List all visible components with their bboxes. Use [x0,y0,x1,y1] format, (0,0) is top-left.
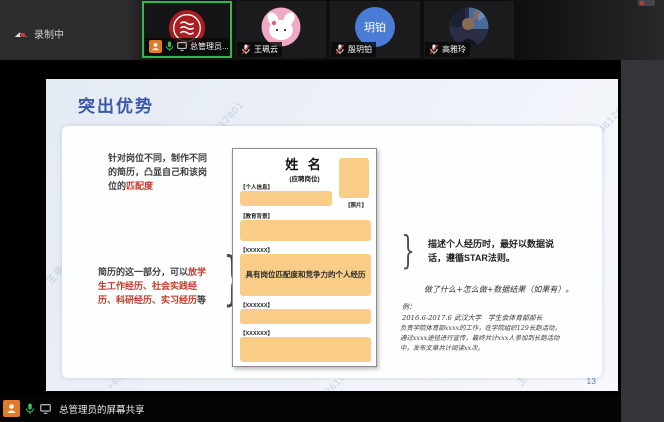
resume-section-label: 【教育背景】 [240,212,273,220]
slide-title: 突出优势 [78,92,154,117]
recording-indicator[interactable]: ☁ 录制中 [14,26,64,41]
annotation-text: 简历的这一部分，可以 [98,267,188,277]
resume-field-box [240,309,371,324]
page-number: 13 [587,376,596,386]
recording-cloud-icon: ☁ [14,29,28,39]
participant-name-bar: 总管理员... [145,38,232,55]
video-strip: ☁ 录制中 [0,0,664,60]
participant-name: 殷玥铂 [348,44,372,55]
mic-muted-icon [335,44,345,55]
host-badge-icon [149,40,162,53]
participant-tile-yinyuebo[interactable]: 玥铂 殷玥铂 [330,1,420,58]
screen-share-icon [177,42,187,51]
mic-muted-icon [241,44,251,55]
resume-photo-label: 【照片】 [345,201,367,209]
window-control[interactable] [638,0,655,6]
participant-tile-admin[interactable]: 总管理员... [142,1,232,58]
annotation-highlight: 匹配度 [126,181,153,191]
participant-thumbnails: 总管理员... [142,1,514,58]
resume-section-label: 【个人信息】 [240,183,273,191]
participant-tile-wangpeiyun[interactable]: 王珮云 [236,1,326,58]
example-header: 例： 2016.6-2017.6 武汉大学 学生会体育部部长 [402,302,542,324]
window-control-dot [640,1,644,5]
resume-section-label: 【XXXXXX】 [240,329,273,337]
host-badge-icon [3,400,20,417]
screen-share-stage: 王珮云 +8615639812801 王珮云 +8615639812801 王珮… [0,60,664,422]
participant-name-bar: 王珮云 [237,42,282,57]
avatar: 玥铂 [355,7,395,47]
annotation-text: 针对岗位不同，制作不同的简历，凸显自己和该岗位的 [108,153,207,191]
mic-muted-icon [429,44,439,55]
resume-highlight-box: 具有岗位匹配度和竞争力的个人经历 [240,254,371,296]
right-brace: } [401,228,414,272]
resume-highlight-text: 具有岗位匹配度和竞争力的个人经历 [246,270,366,281]
star-formula: 做了什么+怎么做+数据结果（如果有）。 [424,284,573,295]
screen-share-icon [40,404,51,414]
avatar-initials: 玥铂 [364,19,386,35]
resume-section-label: 【XXXXXX】 [240,246,273,254]
resume-field-box [240,337,371,362]
slide-content-card: 针对岗位不同，制作不同的简历，凸显自己和该岗位的匹配度 简历的这一部分，可以放学… [62,126,602,378]
participant-name-bar: 殷玥铂 [331,42,376,57]
example-title: 2016.6-2017.6 武汉大学 学生会体育部部长 [402,314,542,322]
stage-right-panel [621,60,664,422]
annotation-left-bottom: 简历的这一部分，可以放学生工作经历、社会实践经历、科研经历、实习经历等 [98,266,212,308]
example-label: 例： [402,303,416,311]
participant-name: 高雅玲 [442,44,466,55]
participant-name: 王珮云 [254,44,278,55]
mic-active-icon [25,403,35,415]
share-banner-text: 总管理员的屏幕共享 [59,402,145,416]
annotation-left-top: 针对岗位不同，制作不同的简历，凸显自己和该岗位的匹配度 [108,152,212,194]
annotation-right: 描述个人经历时，最好以数据说话，遵循STAR法则。 [428,238,564,266]
recording-label: 录制中 [34,26,64,41]
resume-field-box [240,191,332,206]
mic-active-icon [165,41,174,52]
resume-template: 姓 名 (应聘岗位) 【照片】 【个人信息】 【教育背景】 【XXXXXX】 具… [232,148,377,367]
annotation-text: 等 [197,295,206,305]
example-body: 负责学院体育部xxxx的工作，在学院组织129长跑活动，通过xxxx途径进行宣传… [400,324,564,354]
participant-tile-gaoyaling[interactable]: 高雅玲 [424,1,514,58]
shared-slide: 王珮云 +8615639812801 王珮云 +8615639812801 王珮… [46,79,618,391]
meeting-window: ☁ 录制中 [0,0,664,422]
participant-name-bar: 高雅玲 [425,42,470,57]
resume-section-label: 【XXXXXX】 [240,301,273,309]
resume-photo-box [339,158,369,198]
share-status-bar: 总管理员的屏幕共享 [0,395,621,422]
resume-field-box [240,220,371,241]
participant-name: 总管理员... [190,41,229,52]
